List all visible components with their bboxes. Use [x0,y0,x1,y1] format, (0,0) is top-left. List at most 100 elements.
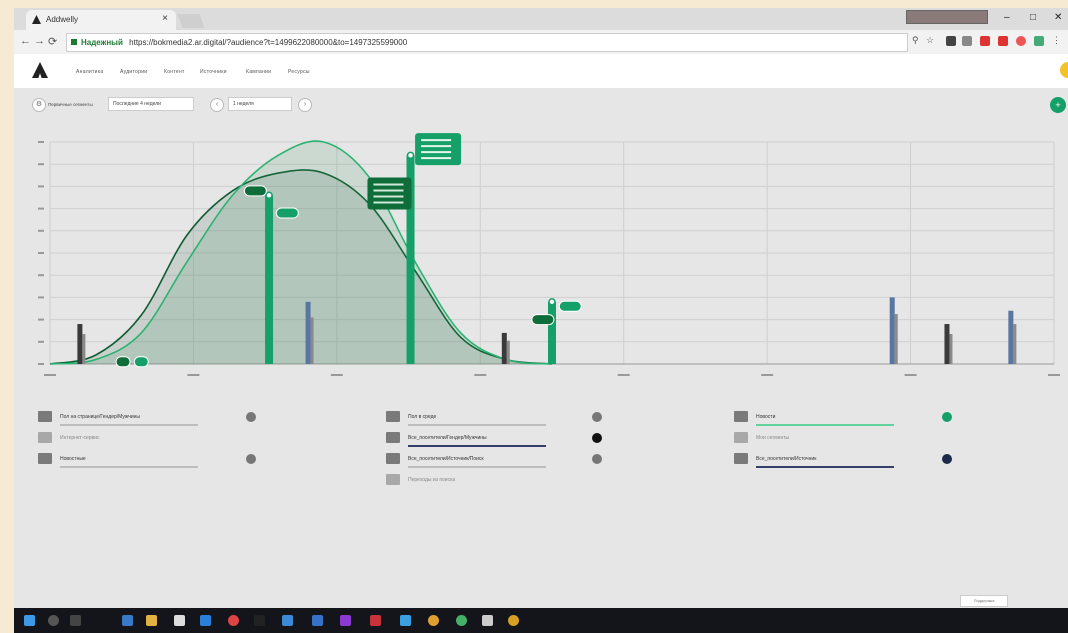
new-tab-button[interactable] [177,14,205,28]
url-field[interactable]: Надежный https://bokmedia2.ar.digital/?a… [66,33,908,52]
folder-icon[interactable] [386,453,400,464]
legend-label[interactable]: Переходы из поиска [408,477,455,483]
ie-icon[interactable] [200,615,211,626]
app-icon[interactable] [456,615,467,626]
legend-color-dot[interactable] [592,412,602,422]
yandex-icon[interactable] [228,615,239,626]
legend-label[interactable]: Интернет-сервис [60,435,100,441]
tooltip-line [421,145,452,148]
notification-badge[interactable] [1060,62,1068,78]
lock-icon [71,39,77,45]
back-icon[interactable]: ← [20,35,31,47]
y-tick-mark [38,274,44,277]
folder-icon[interactable] [734,432,748,443]
window-close-icon[interactable]: ✕ [1054,12,1062,23]
app-icon[interactable] [282,615,293,626]
mail-icon[interactable] [482,615,493,626]
app-icon[interactable] [340,615,351,626]
legend-color-dot[interactable] [592,433,602,443]
prev-button[interactable]: ‹ [210,98,224,112]
legend-underline [408,424,546,426]
nav-item-content[interactable]: Контент [164,69,185,75]
app-icon[interactable] [254,615,265,626]
tab-close-icon[interactable]: × [162,13,168,24]
app-logo-icon[interactable] [32,62,48,78]
callout-badge [531,314,555,326]
y-tick-mark [38,141,44,143]
legend-color-dot[interactable] [942,454,952,464]
legend-underline [408,466,546,468]
maximize-icon[interactable]: □ [1030,12,1036,23]
extension-icon[interactable] [1034,36,1044,46]
legend-underline [60,466,198,468]
chrome-icon[interactable] [428,615,439,626]
edge-icon[interactable] [122,615,133,626]
next-button[interactable]: › [298,98,312,112]
app-icon[interactable] [508,615,519,626]
folder-icon[interactable] [386,474,400,485]
folder-icon[interactable] [38,432,52,443]
search-icon[interactable]: ⚲ [912,35,919,46]
user-profile-badge[interactable] [906,10,988,24]
extension-icon[interactable] [998,36,1008,46]
minimize-icon[interactable]: – [1004,12,1010,23]
legend-label[interactable]: Мои сегменты [756,435,789,441]
explorer-icon[interactable] [146,615,157,626]
nav-item-campaigns[interactable]: Кампании [246,69,271,75]
legend-label[interactable]: Все_посетители/Источник [756,456,816,462]
tooltip-line [373,189,404,192]
url-text: https://bokmedia2.ar.digital/?audience?t… [129,38,408,47]
callout-badge [243,185,267,197]
y-tick-mark [38,318,44,321]
legend-label[interactable]: Новости [756,414,775,420]
folder-icon[interactable] [38,453,52,464]
store-icon[interactable] [174,615,185,626]
support-button[interactable]: Поддержка [960,595,1008,607]
legend-color-dot[interactable] [592,454,602,464]
bar [1008,310,1014,364]
folder-icon[interactable] [38,411,52,422]
legend-label[interactable]: Новостные [60,456,86,462]
menu-icon[interactable]: ⋮ [1052,35,1061,46]
nav-item-audiences[interactable]: Аудитории [120,69,147,75]
segments-icon[interactable]: ⚙ [32,98,46,112]
folder-icon[interactable] [386,432,400,443]
segment-label[interactable]: Первичные сегменты [48,102,93,107]
app-icon[interactable] [312,615,323,626]
search-icon[interactable] [48,615,59,626]
legend-underline [408,445,546,447]
forward-icon[interactable]: → [34,35,45,47]
bar [506,340,510,364]
legend-color-dot[interactable] [942,412,952,422]
browser-tab[interactable]: Addwelly × [26,10,176,30]
audience-chart[interactable] [14,128,1068,388]
legend-color-dot[interactable] [246,412,256,422]
period-select[interactable]: Последние 4 недели [108,97,194,111]
x-tick-mark [904,374,917,376]
nav-item-sources[interactable]: Источники [200,69,227,75]
folder-icon[interactable] [734,453,748,464]
nav-item-analytics[interactable]: Аналитика [76,69,103,75]
legend-label[interactable]: Все_посетители/Источник/Поиск [408,456,484,462]
nav-item-resources[interactable]: Ресурсы [288,69,310,75]
range-select[interactable]: 1 неделя [228,97,292,111]
legend-label[interactable]: Все_посетители/Гендер/Мужчины [408,435,487,441]
skype-icon[interactable] [400,615,411,626]
task-view-icon[interactable] [70,615,81,626]
start-icon[interactable] [24,615,35,626]
bar [82,334,86,364]
folder-icon[interactable] [734,411,748,422]
extension-icon[interactable] [980,36,990,46]
extension-icon[interactable] [962,36,972,46]
extension-icon[interactable] [946,36,956,46]
app-icon[interactable] [370,615,381,626]
legend-color-dot[interactable] [246,454,256,464]
reload-icon[interactable]: ⟳ [48,35,57,48]
extension-icon[interactable] [1016,36,1026,46]
legend-label[interactable]: Пол на странице/Гендер/Мужчины [60,414,140,420]
legend-label[interactable]: Пол в среде [408,414,436,420]
bar [548,301,556,364]
add-segment-button[interactable]: + [1050,97,1066,113]
star-icon[interactable]: ☆ [926,35,934,46]
folder-icon[interactable] [386,411,400,422]
